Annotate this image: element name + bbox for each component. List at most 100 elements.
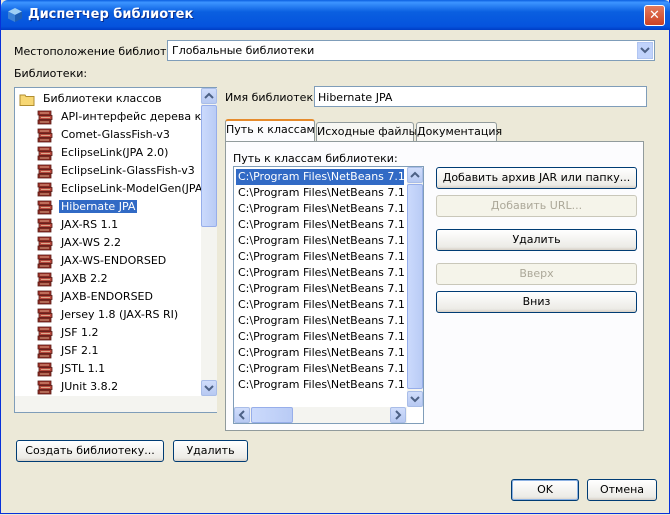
classpath-hscroll-thumb[interactable] xyxy=(251,407,293,423)
tree-item-label: EclipseLink(JPA 2.0) xyxy=(61,146,169,159)
classpath-entry-label: C:\Program Files\NetBeans 7.1.2\ja xyxy=(238,234,404,247)
tree-item-label: Jersey 1.8 (JAX-RS RI) xyxy=(61,308,179,321)
classpath-entry-label: C:\Program Files\NetBeans 7.1.2\ja xyxy=(238,218,404,231)
folder-icon xyxy=(19,94,35,106)
scroll-up-button[interactable] xyxy=(201,88,217,104)
classpath-entry-label: C:\Program Files\NetBeans 7.1.2\ja xyxy=(238,362,404,375)
tree-item-label: JAX-WS-ENDORSED xyxy=(61,254,167,267)
create-library-button[interactable]: Создать библиотеку... xyxy=(16,440,164,462)
classpath-entry[interactable]: C:\Program Files\NetBeans 7.1.2\ja xyxy=(236,313,404,329)
location-label: Местоположение библиотек: xyxy=(14,45,184,58)
chevron-right-icon xyxy=(395,410,402,420)
library-books-icon xyxy=(37,380,53,395)
remove-entry-button[interactable]: Удалить xyxy=(436,229,637,251)
classpath-entry-label: C:\Program Files\NetBeans 7.1.2\ja xyxy=(238,314,404,327)
classpath-entry[interactable]: C:\Program Files\NetBeans 7.1.2\ja xyxy=(236,217,404,233)
classpath-entry[interactable]: C:\Program Files\NetBeans 7.1.2\ja xyxy=(236,361,404,377)
classpath-entry-label: C:\Program Files\NetBeans 7.1.2\ja xyxy=(238,266,404,279)
library-books-icon xyxy=(37,182,53,197)
classpath-horizontal-scrollbar[interactable] xyxy=(234,407,407,423)
classpath-list[interactable]: C:\Program Files\NetBeans 7.1.2\ja C:\Pro… xyxy=(233,166,424,424)
classpath-entry[interactable]: C:\Program Files\NetBeans 7.1.2\ja xyxy=(236,281,404,297)
library-books-icon xyxy=(37,290,53,305)
tree-item-label: Comet-GlassFish-v3 xyxy=(61,128,170,141)
classpath-entry[interactable]: C:\Program Files\NetBeans 7.1.2\ja xyxy=(236,233,404,249)
library-books-icon xyxy=(37,344,53,359)
tab-documentation[interactable]: Документация xyxy=(416,122,502,142)
netbeans-cube-icon xyxy=(8,8,22,22)
close-icon: ✕ xyxy=(649,8,660,23)
classpath-entry[interactable]: C:\Program Files\NetBeans 7.1.2\ja xyxy=(236,185,404,201)
classpath-entry-label: C:\Program Files\NetBeans 7.1.2\ja xyxy=(238,170,404,183)
classpath-entry[interactable]: C:\Program Files\NetBeans 7.1.2\ja xyxy=(236,201,404,217)
library-books-icon xyxy=(37,362,53,377)
scroll-thumb[interactable] xyxy=(201,105,217,227)
library-books-icon xyxy=(37,218,53,233)
classpath-entry[interactable]: C:\Program Files\NetBeans 7.1.2\id xyxy=(236,249,404,265)
library-books-icon xyxy=(37,200,53,215)
classpath-entry[interactable]: C:\Program Files\NetBeans 7.1.2\ja xyxy=(236,377,404,393)
library-books-icon xyxy=(37,128,53,143)
add-url-button[interactable]: Добавить URL... xyxy=(436,195,637,217)
library-books-icon xyxy=(37,164,53,179)
classpath-entry[interactable]: C:\Program Files\NetBeans 7.1.2\ja xyxy=(236,297,404,313)
title-bar[interactable]: Диспетчер библиотек ✕ xyxy=(1,0,670,30)
tree-item-label: JSTL 1.1 xyxy=(61,362,106,375)
tree-item-label: JUnit 3.8.2 xyxy=(61,380,119,393)
library-books-icon xyxy=(37,326,53,341)
tree-item-label: Hibernate JPA xyxy=(57,199,139,214)
classpath-scroll-thumb[interactable] xyxy=(407,184,423,389)
delete-library-button[interactable]: Удалить xyxy=(173,440,248,462)
chevron-up-icon xyxy=(410,171,420,178)
ok-button[interactable]: OK xyxy=(511,479,579,501)
library-name-field[interactable]: Hibernate JPA xyxy=(314,86,647,107)
chevron-up-icon xyxy=(204,92,214,99)
scroll-down-button[interactable] xyxy=(201,380,217,396)
tree-vertical-scrollbar[interactable] xyxy=(201,88,217,396)
tree-horizontal-scrollbar-area xyxy=(15,396,217,412)
tab-sources[interactable]: Исходные файлы xyxy=(316,122,418,142)
chevron-down-icon[interactable] xyxy=(637,42,653,59)
classpath-entry-label: C:\Program Files\NetBeans 7.1.2\ja xyxy=(238,202,404,215)
classpath-scroll-down-button[interactable] xyxy=(407,391,423,407)
classpath-entry[interactable]: C:\Program Files\NetBeans 7.1.2\ja xyxy=(236,345,404,361)
add-jar-button[interactable]: Добавить архив JAR или папку... xyxy=(436,167,637,189)
move-up-button[interactable]: Вверх xyxy=(436,263,637,285)
classpath-entry[interactable]: C:\Program Files\NetBeans 7.1.2\ja xyxy=(236,169,404,185)
tree-item-label: JAXB-ENDORSED xyxy=(61,290,153,303)
libraries-label: Библиотеки: xyxy=(14,67,88,80)
tab-classpath[interactable]: Путь к классам xyxy=(225,119,315,142)
library-books-icon xyxy=(37,272,53,287)
tab-documentation-label: Документация xyxy=(417,125,503,138)
chevron-down-icon xyxy=(204,385,214,392)
library-manager-dialog: Диспетчер библиотек ✕ Местоположение биб… xyxy=(0,0,670,514)
tree-item-label: JAX-RS 1.1 xyxy=(61,218,119,231)
classpath-entry-label: C:\Program Files\NetBeans 7.1.2\ja xyxy=(238,346,404,359)
tab-classpath-label: Путь к классам xyxy=(226,123,315,136)
close-button[interactable]: ✕ xyxy=(644,5,665,26)
library-name-label: Имя библиотеки: xyxy=(225,91,324,104)
chevron-down-icon xyxy=(410,396,420,403)
classpath-entry[interactable]: C:\Program Files\NetBeans 7.1.2\ja xyxy=(236,329,404,345)
tree-item-label: API-интерфейс дерева код xyxy=(61,110,201,123)
classpath-scroll-up-button[interactable] xyxy=(407,167,423,183)
window-title: Диспетчер библиотек xyxy=(28,7,194,22)
library-name-value: Hibernate JPA xyxy=(318,91,393,104)
location-combobox[interactable]: Глобальные библиотеки xyxy=(167,40,655,61)
library-tree[interactable]: Библиотеки классов API-интерфейс дерева … xyxy=(14,87,217,413)
library-books-icon xyxy=(37,146,53,161)
move-down-button[interactable]: Вниз xyxy=(436,291,637,313)
tab-sources-label: Исходные файлы xyxy=(317,125,418,138)
tree-viewport: Библиотеки классов API-интерфейс дерева … xyxy=(15,88,201,396)
library-books-icon xyxy=(37,254,53,269)
scroll-left-button[interactable] xyxy=(234,407,250,423)
classpath-vertical-scrollbar[interactable] xyxy=(407,167,423,407)
classpath-entry[interactable]: C:\Program Files\NetBeans 7.1.2\ja xyxy=(236,265,404,281)
classpath-tab-panel: Путь к классам библиотеки: C:\Program Fi… xyxy=(225,141,644,431)
tree-item-label: JAXB 2.2 xyxy=(61,272,108,285)
cancel-button[interactable]: Отмена xyxy=(587,479,657,501)
location-value: Глобальные библиотеки xyxy=(172,44,315,57)
tree-item-label: EclipseLink-GlassFish-v3 xyxy=(61,164,195,177)
tree-root-label: Библиотеки классов xyxy=(43,92,162,105)
scroll-right-button[interactable] xyxy=(390,407,406,423)
